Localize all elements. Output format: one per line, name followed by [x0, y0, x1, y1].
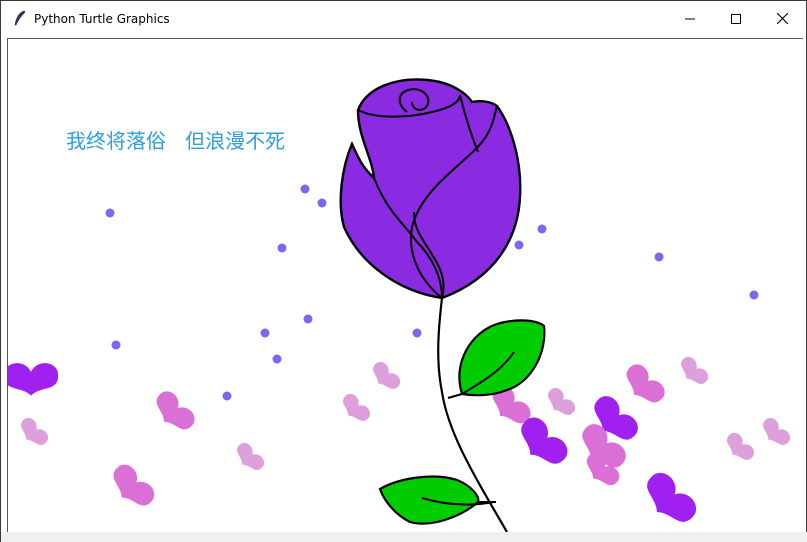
minimize-button[interactable]	[667, 1, 713, 36]
heart-shape	[104, 460, 159, 515]
dot	[111, 340, 121, 350]
heart-shape	[8, 363, 59, 396]
dot	[654, 252, 664, 262]
heart-shape	[757, 414, 794, 451]
heart-shape	[636, 467, 702, 532]
dot	[300, 184, 310, 194]
dot	[105, 208, 115, 218]
heart-shape	[542, 384, 579, 421]
close-icon	[776, 13, 788, 24]
minimize-icon	[685, 18, 695, 19]
heart-shape	[148, 387, 199, 438]
heart-shape	[721, 429, 758, 466]
dot	[222, 391, 232, 401]
turtle-window: Python Turtle Graphics 我终将落俗 但浪漫不死	[0, 0, 807, 542]
upper-leaf	[447, 319, 546, 399]
dot	[749, 290, 759, 300]
maximize-button[interactable]	[713, 1, 759, 36]
heart-shape	[15, 414, 52, 451]
heart-shape	[618, 360, 669, 411]
dot	[272, 354, 282, 364]
heart-shape	[231, 439, 268, 476]
rose-drawing	[8, 78, 794, 532]
dot	[317, 198, 327, 208]
rose-head	[339, 78, 522, 300]
heart-shape	[367, 358, 404, 395]
close-button[interactable]	[759, 1, 805, 36]
title-bar[interactable]: Python Turtle Graphics	[1, 1, 806, 36]
dot	[537, 224, 547, 234]
window-title: Python Turtle Graphics	[34, 12, 170, 26]
feather-quill-icon	[14, 10, 26, 26]
heart-shape	[337, 390, 374, 427]
dot	[277, 243, 287, 253]
dot	[514, 240, 524, 250]
maximize-icon	[731, 13, 741, 24]
dot	[260, 328, 270, 338]
caption-text: 我终将落俗 但浪漫不死	[66, 129, 286, 153]
dot	[303, 314, 313, 324]
dot	[412, 328, 422, 338]
heart-shape	[675, 353, 712, 390]
turtle-canvas[interactable]: 我终将落俗 但浪漫不死	[7, 38, 803, 532]
